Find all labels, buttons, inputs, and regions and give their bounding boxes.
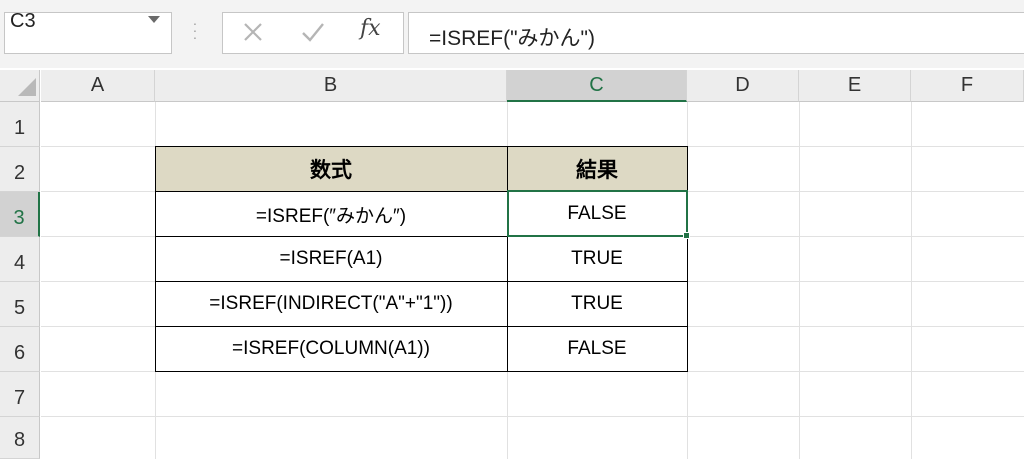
select-all-triangle-icon: [18, 78, 36, 96]
column-header-e[interactable]: E: [799, 70, 911, 102]
chevron-down-icon[interactable]: [148, 16, 160, 23]
table-border: [155, 146, 156, 372]
table-border: [155, 146, 688, 147]
table-header-formula[interactable]: 数式: [155, 147, 507, 191]
formula-text: =ISREF("みかん"): [429, 27, 596, 50]
active-cell-selection: [507, 190, 688, 237]
table-border: [155, 281, 688, 282]
row-header-4[interactable]: 4: [0, 237, 40, 282]
column-header-b[interactable]: B: [155, 70, 507, 102]
grid-line: [41, 416, 1024, 417]
cell-c5[interactable]: TRUE: [507, 282, 687, 326]
cell-c4[interactable]: TRUE: [507, 237, 687, 281]
row-header-8[interactable]: 8: [0, 417, 40, 459]
cell-b5[interactable]: =ISREF(INDIRECT("A"+"1")): [155, 282, 507, 326]
insert-function-icon[interactable]: fx: [360, 16, 381, 41]
checkmark-icon[interactable]: [300, 20, 326, 44]
cell-b4[interactable]: =ISREF(A1): [155, 237, 507, 281]
table-border: [687, 146, 688, 372]
cell-c6[interactable]: FALSE: [507, 327, 687, 371]
table-header-result[interactable]: 結果: [507, 147, 687, 191]
table-border: [155, 326, 688, 327]
column-header-c[interactable]: C: [507, 70, 687, 102]
table-border: [507, 146, 508, 372]
row-header-5[interactable]: 5: [0, 282, 40, 327]
row-header-6[interactable]: 6: [0, 327, 40, 372]
cell-b3[interactable]: =ISREF(″みかん″): [155, 192, 507, 236]
cancel-icon[interactable]: [241, 20, 265, 44]
column-header-a[interactable]: A: [41, 70, 155, 102]
name-box-value: C3: [10, 10, 36, 32]
cell-b6[interactable]: =ISREF(COLUMN(A1)): [155, 327, 507, 371]
row-header-2[interactable]: 2: [0, 147, 40, 192]
table-border: [155, 371, 688, 372]
column-header-d[interactable]: D: [687, 70, 799, 102]
more-vertical-icon[interactable]: · · ·: [192, 16, 198, 44]
row-header-1[interactable]: 1: [0, 102, 40, 147]
column-header-f[interactable]: F: [911, 70, 1024, 102]
formula-input[interactable]: =ISREF("みかん"): [408, 12, 1024, 54]
row-header-7[interactable]: 7: [0, 372, 40, 417]
row-header-3[interactable]: 3: [0, 192, 40, 237]
fill-handle[interactable]: [683, 232, 690, 239]
